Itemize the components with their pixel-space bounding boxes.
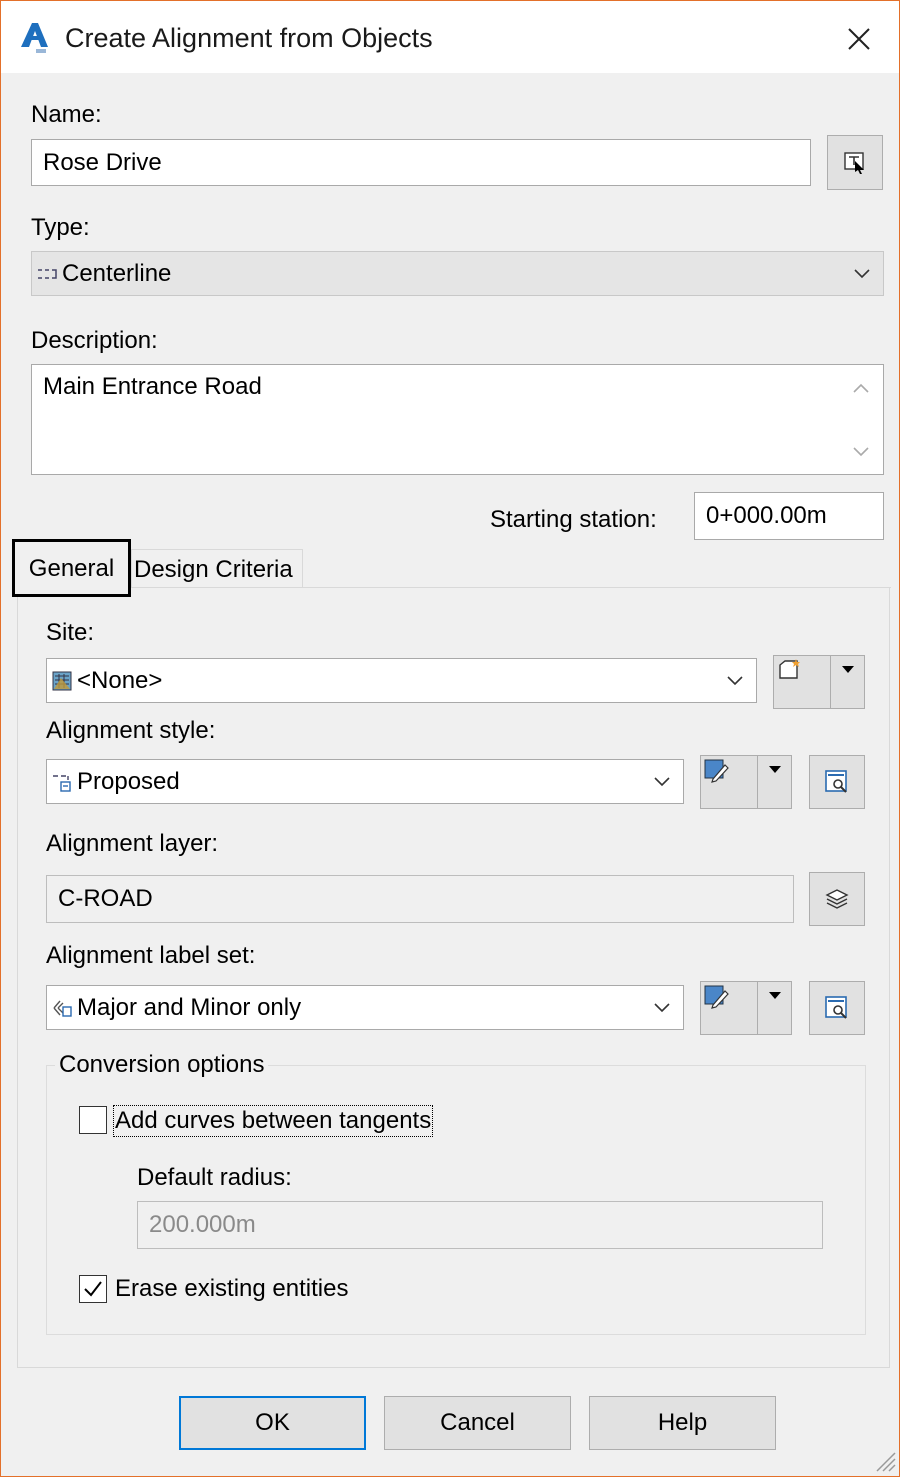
edit-style-dropdown[interactable]	[757, 756, 781, 808]
checkmark-icon	[84, 1281, 102, 1297]
title-bar: Create Alignment from Objects	[1, 1, 899, 73]
name-label: Name:	[31, 101, 102, 128]
site-label: Site:	[46, 619, 95, 646]
layer-icon	[825, 889, 849, 909]
edit-style-icon	[704, 759, 729, 783]
add-curves-label[interactable]: Add curves between tangents	[113, 1105, 434, 1137]
tab-design-criteria[interactable]: Design Criteria	[131, 549, 303, 587]
site-select[interactable]: <None>	[46, 658, 757, 703]
alignment-layer-label: Alignment layer:	[46, 830, 219, 857]
create-site-icon	[779, 659, 800, 679]
close-icon[interactable]	[839, 19, 879, 59]
alignment-type-icon	[38, 268, 57, 279]
dropdown-arrow-icon	[842, 666, 854, 673]
browse-style-icon	[825, 770, 847, 793]
site-icon	[52, 671, 72, 690]
help-button[interactable]: Help	[589, 1396, 776, 1450]
browse-style-icon	[825, 996, 847, 1019]
alignment-label-set-value: Major and Minor only	[77, 993, 302, 1021]
edit-label-set-dropdown[interactable]	[757, 982, 781, 1034]
window-title: Create Alignment from Objects	[65, 23, 433, 53]
site-value: <None>	[77, 666, 163, 694]
pick-name-button[interactable]	[827, 135, 883, 190]
type-label: Type:	[31, 214, 90, 241]
tab-design-criteria-label: Design Criteria	[134, 556, 293, 583]
description-scrollbar[interactable]	[841, 366, 882, 473]
description-value: Main Entrance Road	[43, 373, 262, 400]
starting-station-label: Starting station:	[490, 506, 657, 533]
create-site-dropdown[interactable]	[830, 656, 854, 708]
alignment-style-select[interactable]: Proposed	[46, 759, 684, 804]
edit-style-icon	[704, 985, 729, 1009]
browse-label-set-button[interactable]	[809, 981, 865, 1035]
erase-existing-checkbox[interactable]	[79, 1275, 107, 1303]
resize-grip-icon[interactable]	[871, 1447, 897, 1473]
conversion-options-title: Conversion options	[55, 1051, 269, 1079]
create-site-button[interactable]	[773, 655, 865, 709]
name-value: Rose Drive	[43, 148, 162, 176]
starting-station-value: 0+000.00m	[706, 502, 827, 529]
default-radius-input[interactable]: 200.000m	[137, 1201, 823, 1249]
layer-button[interactable]	[809, 872, 865, 926]
add-curves-checkbox[interactable]	[79, 1106, 107, 1134]
scroll-up-icon[interactable]	[852, 382, 870, 394]
alignment-layer-field[interactable]: C-ROAD	[46, 875, 794, 923]
edit-label-set-button[interactable]	[700, 981, 792, 1035]
alignment-style-value: Proposed	[77, 767, 180, 795]
scroll-down-icon[interactable]	[852, 446, 870, 458]
autocad-a-icon	[21, 23, 48, 53]
starting-station-input[interactable]: 0+000.00m	[694, 492, 884, 540]
chevron-down-icon	[654, 776, 670, 786]
alignment-label-set-label: Alignment label set:	[46, 942, 256, 969]
type-select[interactable]: Centerline	[31, 251, 884, 296]
default-radius-label: Default radius:	[137, 1164, 292, 1191]
help-button-label: Help	[657, 1409, 708, 1436]
erase-existing-label[interactable]: Erase existing entities	[115, 1275, 348, 1303]
default-radius-value: 200.000m	[149, 1211, 256, 1238]
dropdown-arrow-icon	[769, 992, 781, 999]
tab-general[interactable]: General	[12, 539, 131, 597]
edit-style-button[interactable]	[700, 755, 792, 809]
dropdown-arrow-icon	[769, 766, 781, 773]
description-textarea[interactable]: Main Entrance Road	[31, 364, 884, 475]
chevron-down-icon	[654, 1002, 670, 1012]
alignment-style-icon	[53, 774, 71, 792]
chevron-down-icon	[727, 675, 743, 685]
tab-general-label: General	[28, 555, 115, 582]
chevron-down-icon	[854, 268, 870, 278]
alignment-label-set-select[interactable]: Major and Minor only	[46, 985, 684, 1030]
alignment-style-label: Alignment style:	[46, 717, 216, 744]
name-input[interactable]: Rose Drive	[31, 139, 811, 186]
description-label: Description:	[31, 327, 158, 354]
cancel-button[interactable]: Cancel	[384, 1396, 571, 1450]
browse-style-button[interactable]	[809, 755, 865, 809]
ok-button-label: OK	[255, 1409, 290, 1436]
dialog-window: Create Alignment from Objects Name: Rose…	[0, 0, 900, 1477]
tab-divider	[131, 587, 891, 588]
pick-from-drawing-icon	[844, 151, 864, 174]
alignment-layer-value: C-ROAD	[58, 885, 153, 912]
label-set-icon	[53, 1000, 72, 1017]
type-value: Centerline	[62, 259, 172, 287]
ok-button[interactable]: OK	[179, 1396, 366, 1450]
cancel-button-label: Cancel	[440, 1409, 515, 1436]
